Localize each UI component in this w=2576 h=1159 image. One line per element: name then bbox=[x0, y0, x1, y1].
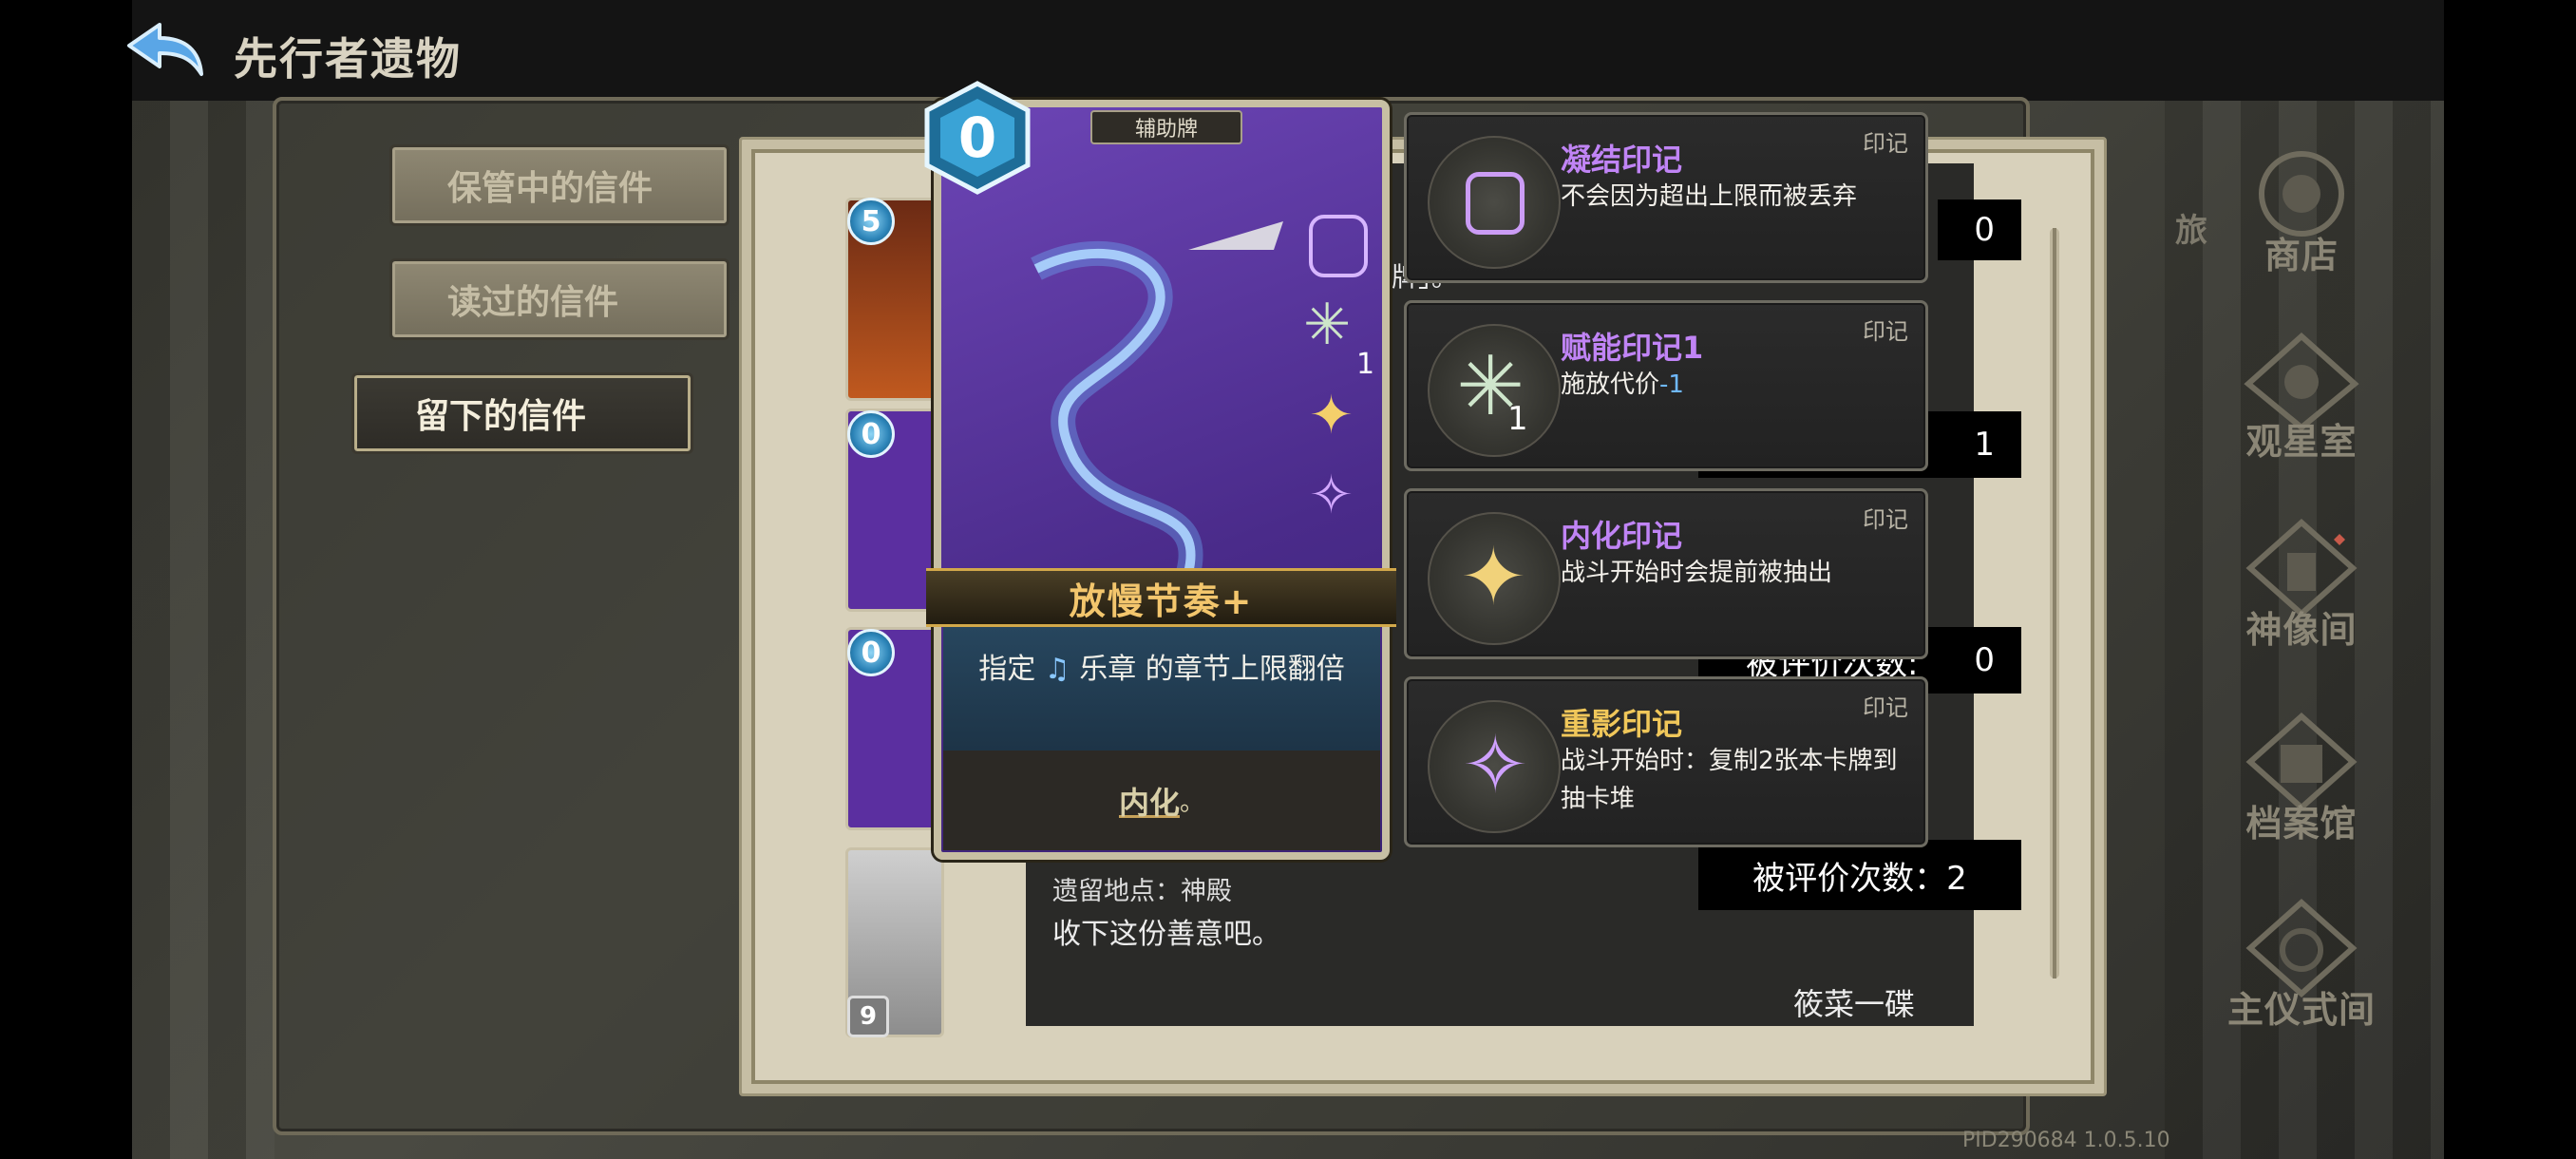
tab-label: 保管中的信件 bbox=[447, 169, 653, 208]
seal-desc: 战斗开始时会提前被抽出 bbox=[1561, 559, 1833, 587]
card-artwork bbox=[1031, 221, 1283, 577]
card-name: 放慢节奏+ bbox=[926, 568, 1396, 627]
tab-label: 读过的信件 bbox=[447, 283, 619, 322]
condense-seal-icon bbox=[1309, 215, 1368, 277]
seal-panel-condense: 印记 凝结印记 不会因为超出上限而被丢弃 bbox=[1404, 112, 1928, 283]
nav-label: 观星室 bbox=[2245, 421, 2358, 463]
letter-location: 遗留地点：神殿 bbox=[1052, 877, 1232, 906]
letter-signature: 筱菜一碟 bbox=[1793, 986, 1916, 1022]
seal-tag: 印记 bbox=[1863, 694, 1908, 721]
top-bar bbox=[132, 0, 2444, 101]
tab-read-letters[interactable]: 读过的信件 bbox=[389, 258, 729, 340]
back-arrow-icon[interactable] bbox=[122, 17, 213, 84]
bookshelf-decoration bbox=[132, 101, 275, 1159]
rating-count: 0 bbox=[1974, 641, 1995, 679]
seal-panel-empower: ✳ 1 印记 赋能印记1 施放代价-1 bbox=[1404, 300, 1928, 471]
card-cost-gem: 9 bbox=[847, 996, 889, 1037]
side-peek-label: 旅 bbox=[2175, 212, 2207, 250]
card-cost-value: 0 bbox=[957, 105, 997, 170]
shadow-seal-icon: ✧ bbox=[1309, 465, 1354, 526]
seal-tag: 印记 bbox=[1863, 318, 1908, 345]
tab-label: 留下的信件 bbox=[415, 397, 587, 436]
internalize-seal-emblem: ✦ bbox=[1428, 512, 1561, 645]
card-description: 指定 ♫ 乐章 的章节上限翻倍 bbox=[943, 627, 1380, 750]
seal-panel-internalize: ✦ 印记 内化印记 战斗开始时会提前被抽出 bbox=[1404, 488, 1928, 659]
internalize-seal-icon: ✦ bbox=[1309, 385, 1354, 446]
music-note-icon: ♫ bbox=[1044, 653, 1070, 686]
seal-panel-shadow: ✧ 印记 重影印记 战斗开始时：复制2张本卡牌到抽卡堆 bbox=[1404, 676, 1928, 847]
seal-desc: 战斗开始时：复制2张本卡牌到抽卡堆 bbox=[1561, 747, 1898, 813]
card-side-count: 1 bbox=[1356, 348, 1375, 381]
seal-name: 内化印记 bbox=[1561, 518, 1683, 554]
nav-observatory[interactable]: 观星室 bbox=[2216, 327, 2387, 488]
empower-seal-emblem: ✳ 1 bbox=[1428, 324, 1561, 457]
nav-label: 主仪式间 bbox=[2226, 989, 2376, 1031]
card-keyword[interactable]: 内化 bbox=[1119, 779, 1180, 823]
letter-message: 收下这份善意吧。 bbox=[1052, 918, 1280, 951]
nav-ritual-hall[interactable]: 主仪式间 bbox=[2216, 895, 2387, 1056]
card-keyword-area: 内化。 bbox=[943, 750, 1380, 850]
seal-tag: 印记 bbox=[1863, 130, 1908, 157]
card-cost-gem: 0 bbox=[847, 629, 895, 676]
card-type-label: 辅助牌 bbox=[1090, 110, 1242, 144]
letter-scrollbar[interactable] bbox=[2050, 228, 2059, 978]
seal-name: 凝结印记 bbox=[1561, 142, 1683, 178]
seal-name: 赋能印记1 bbox=[1561, 330, 1704, 366]
empower-seal-icon: ✳ bbox=[1303, 292, 1352, 358]
page-title: 先行者遗物 bbox=[234, 33, 462, 85]
nav-label: 档案馆 bbox=[2245, 803, 2358, 845]
nav-label: 商店 bbox=[2263, 235, 2339, 276]
seal-desc-pre: 施放代价 bbox=[1561, 370, 1660, 399]
card-desc-pre: 指定 bbox=[978, 653, 1036, 686]
card-desc-post: 乐章 的章节上限翻倍 bbox=[1079, 653, 1345, 686]
rating-count: 0 bbox=[1938, 200, 2021, 260]
card-cost-gem: 0 bbox=[847, 410, 895, 458]
condense-seal-emblem bbox=[1428, 136, 1561, 269]
tab-stored-letters[interactable]: 保管中的信件 bbox=[389, 144, 729, 226]
rating-total: 被评价次数：2 bbox=[1698, 840, 2021, 910]
card-cost-gem: 5 bbox=[847, 198, 895, 245]
nav-archive[interactable]: 档案馆 bbox=[2216, 709, 2387, 870]
seal-count: 1 bbox=[1507, 400, 1528, 438]
seal-desc-highlight: -1 bbox=[1659, 370, 1684, 399]
nav-shop[interactable]: 商店 bbox=[2216, 141, 2387, 302]
seal-name: 重影印记 bbox=[1561, 706, 1683, 742]
seal-desc: 不会因为超出上限而被丢弃 bbox=[1561, 182, 1858, 211]
card-keyword-suffix: 。 bbox=[1180, 788, 1205, 817]
tab-left-letters[interactable]: 留下的信件 bbox=[351, 372, 693, 454]
nav-label: 神像间 bbox=[2245, 609, 2358, 651]
seal-desc: 施放代价-1 bbox=[1561, 366, 1912, 404]
seal-tag: 印记 bbox=[1863, 506, 1908, 533]
version-label: PID290684 1.0.5.10 bbox=[1962, 1129, 2170, 1152]
shadow-seal-emblem: ✧ bbox=[1428, 700, 1561, 833]
nav-statue-room[interactable]: 神像间 bbox=[2216, 515, 2387, 676]
